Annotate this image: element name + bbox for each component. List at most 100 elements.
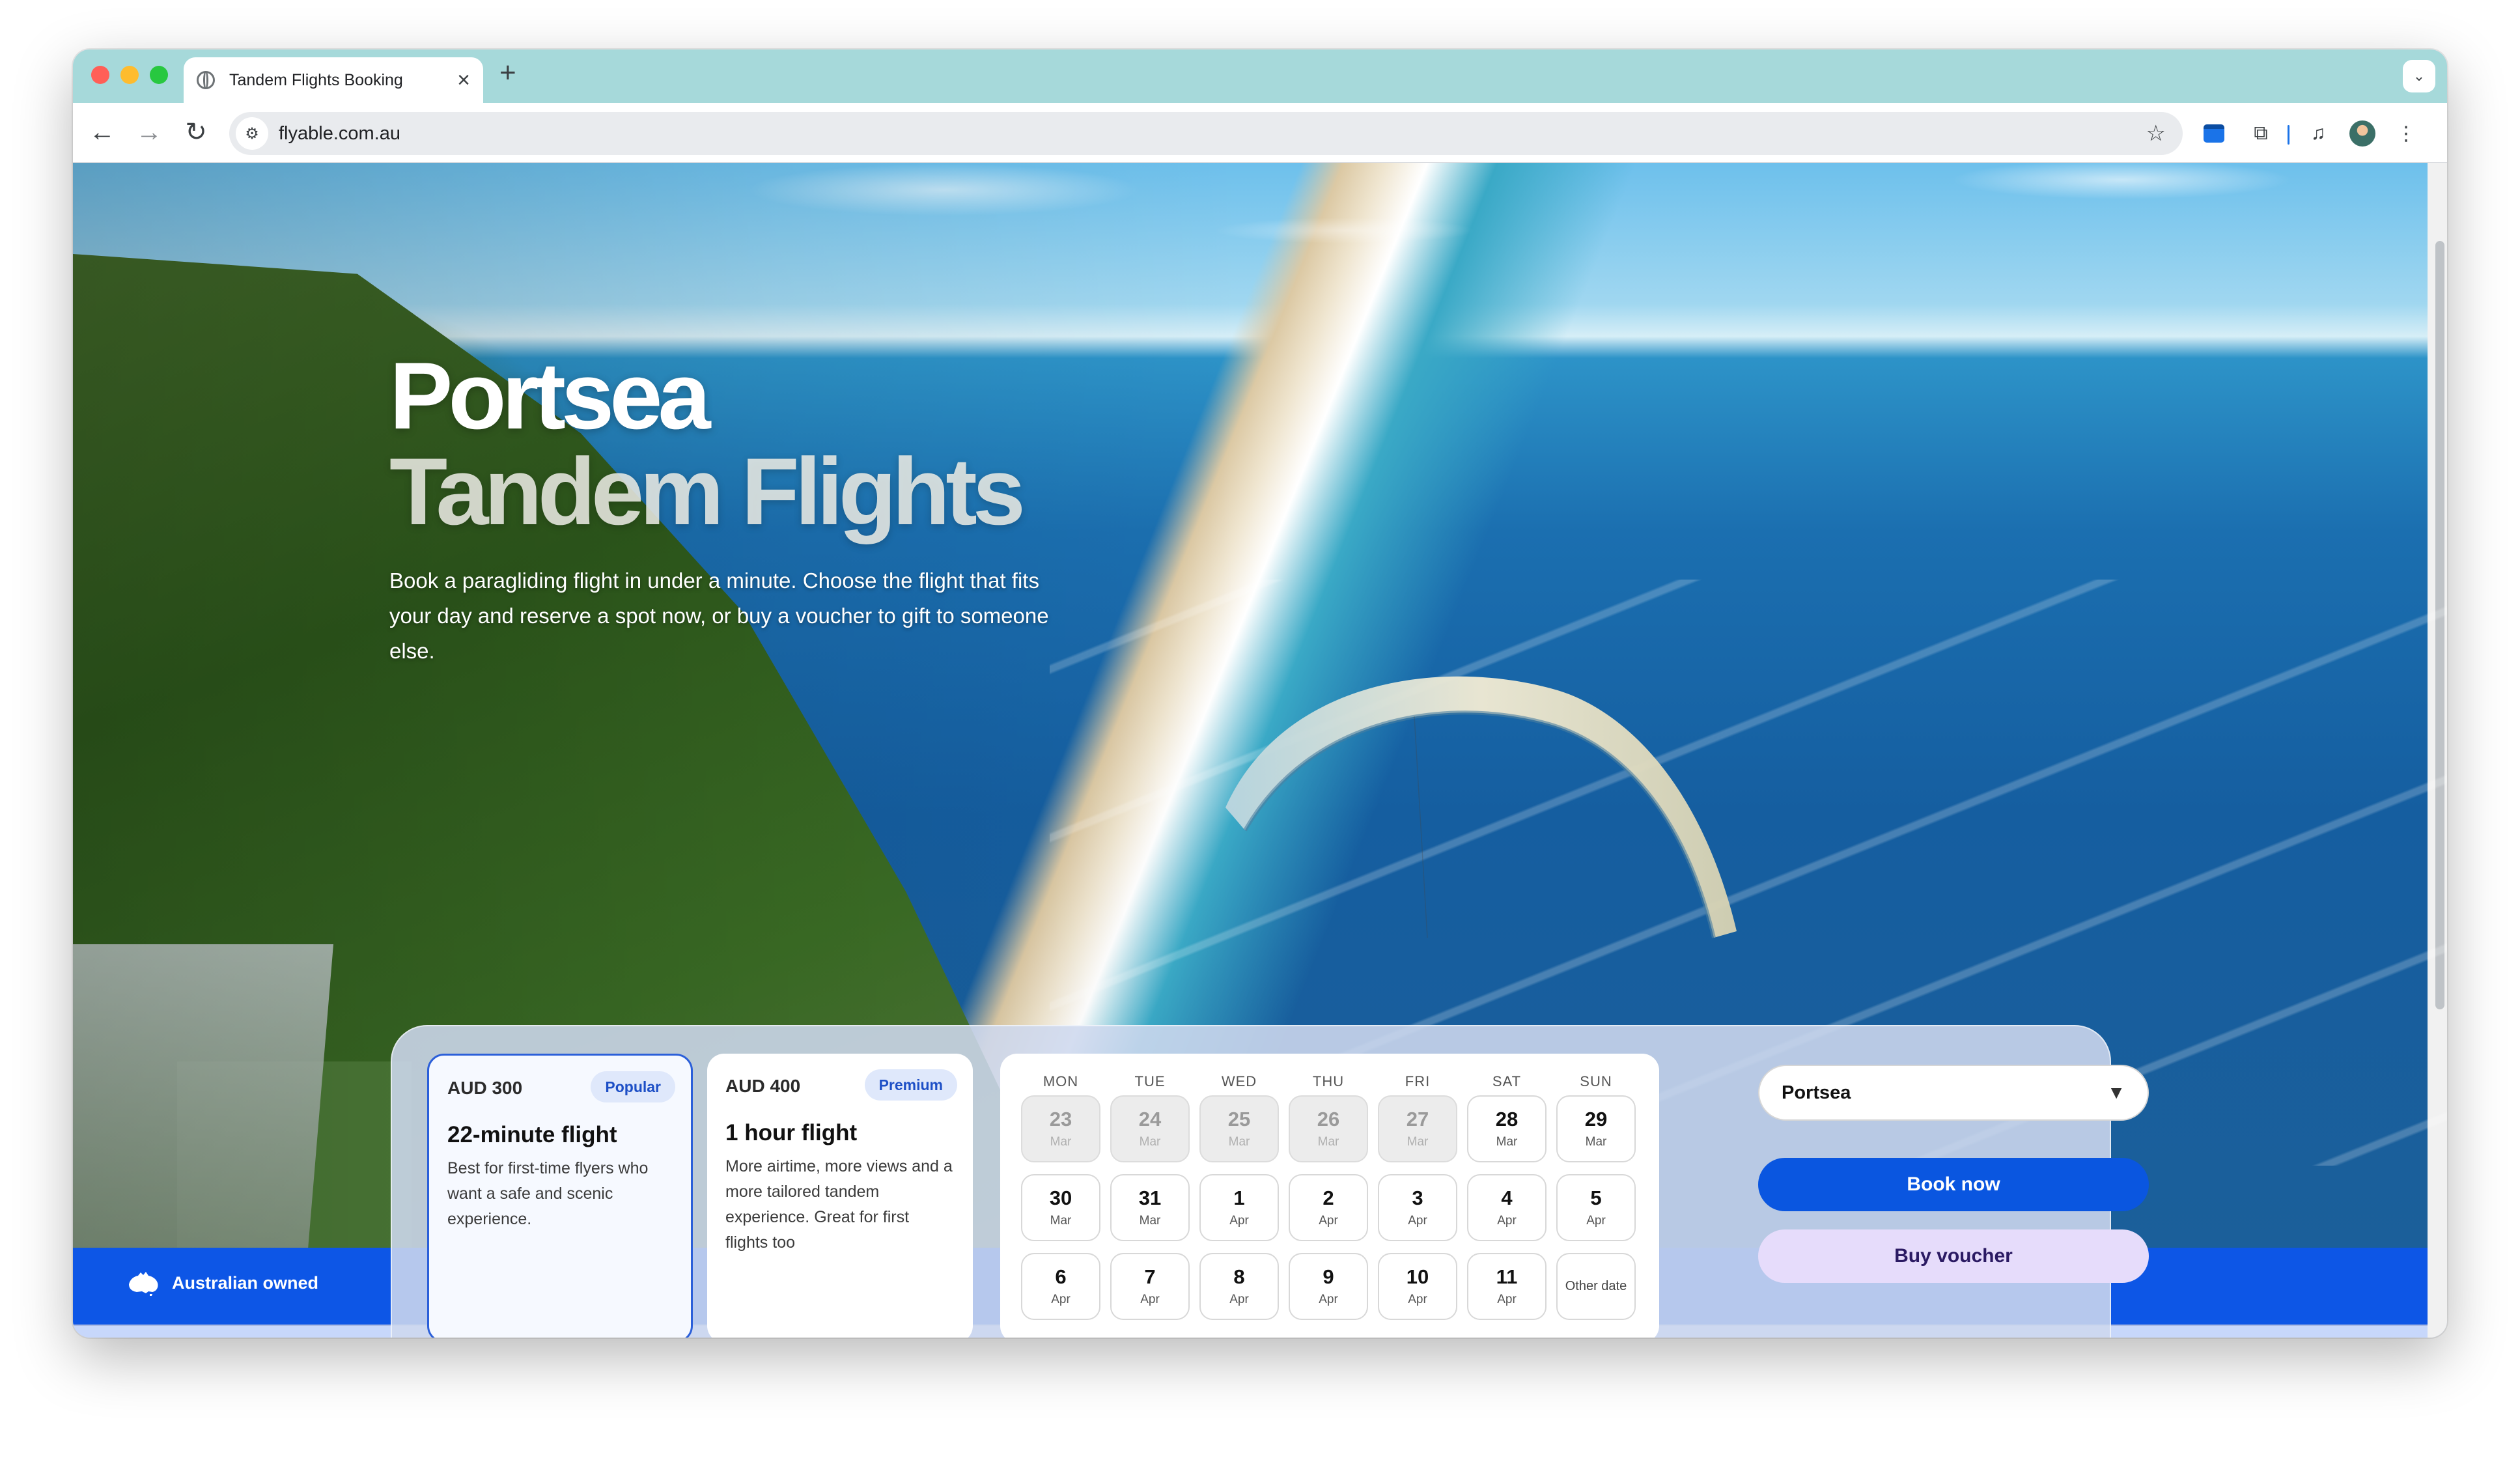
date-number: 5 <box>1590 1186 1602 1210</box>
date-month: Mar <box>1228 1134 1250 1149</box>
date-month: Apr <box>1140 1292 1160 1306</box>
date-number: 3 <box>1412 1186 1423 1210</box>
date-month: Mar <box>1050 1134 1072 1149</box>
date-cell[interactable]: 31 Mar <box>1110 1174 1190 1241</box>
url-text[interactable]: flyable.com.au <box>279 123 2146 145</box>
weekday-label: MON <box>1043 1073 1079 1089</box>
weekday-label: WED <box>1221 1073 1257 1089</box>
close-window-button[interactable] <box>91 66 109 84</box>
maximize-window-button[interactable] <box>150 66 168 84</box>
hero-title-location: Portsea <box>389 343 711 449</box>
reload-icon[interactable]: ↻ <box>180 116 212 148</box>
date-month: Mar <box>1585 1134 1607 1149</box>
booking-panel: AUD 300 Popular 22-minute flight Best fo… <box>391 1025 2149 1338</box>
date-cell[interactable]: 11 Apr <box>1467 1253 1547 1320</box>
tab-search-chevron-icon[interactable]: ⌄ <box>2403 60 2435 92</box>
date-cell[interactable]: 28 Mar <box>1467 1095 1547 1162</box>
other-date-button[interactable]: Other date <box>1556 1253 1636 1320</box>
page-viewport: Portsea Tandem Flights Book a paraglidin… <box>73 163 2447 1338</box>
caret-down-icon: ▼ <box>2107 1082 2125 1102</box>
date-number: 23 <box>1049 1108 1072 1131</box>
site-settings-icon[interactable]: ⚙ <box>236 117 268 150</box>
date-cell[interactable]: 9 Apr <box>1289 1253 1368 1320</box>
date-number: 8 <box>1233 1265 1245 1289</box>
weekday-label: FRI <box>1405 1073 1431 1089</box>
globe-icon <box>197 71 215 89</box>
date-cell[interactable]: 10 Apr <box>1378 1253 1457 1320</box>
date-number: 25 <box>1227 1108 1251 1131</box>
date-month: Apr <box>1229 1213 1249 1228</box>
more-menu-icon[interactable]: ⋮ <box>2391 119 2421 148</box>
star-icon[interactable]: ☆ <box>2146 120 2166 147</box>
flight-badge: Premium <box>864 1069 957 1101</box>
date-number: 6 <box>1055 1265 1067 1289</box>
date-cell: 26 Mar <box>1289 1095 1368 1162</box>
arrow-left-icon[interactable]: ← <box>86 116 119 148</box>
hero-description: Book a paragliding flight in under a min… <box>389 569 1049 663</box>
minimize-window-button[interactable] <box>120 66 139 84</box>
weekday-label: THU <box>1312 1073 1345 1089</box>
date-number: 2 <box>1323 1186 1334 1210</box>
date-month: Apr <box>1319 1292 1338 1306</box>
date-cell[interactable]: 29 Mar <box>1556 1095 1636 1162</box>
close-icon[interactable]: × <box>457 69 470 91</box>
date-month: Mar <box>1139 1213 1161 1228</box>
browser-toolbar: ← → ↻ ⚙ flyable.com.au ☆ ⧉ ♫ ⋮ <box>73 103 2447 163</box>
date-cell[interactable]: 4 Apr <box>1467 1174 1547 1241</box>
arrow-right-icon[interactable]: → <box>133 116 165 148</box>
tab-title: Tandem Flights Booking <box>229 70 403 89</box>
date-month: Mar <box>1407 1134 1429 1149</box>
book-now-button[interactable]: Book now <box>1758 1158 2149 1211</box>
date-cell[interactable]: 30 Mar <box>1021 1174 1100 1241</box>
date-month: Apr <box>1051 1292 1071 1306</box>
date-number: 30 <box>1049 1186 1072 1210</box>
date-month: Apr <box>1586 1213 1606 1228</box>
date-month: Apr <box>1408 1292 1427 1306</box>
date-month: Mar <box>1496 1134 1518 1149</box>
date-picker: MON TUE WED THU FRI SAT SUN 23 Mar 24 Mar 25… <box>1000 1054 1659 1338</box>
date-number: 26 <box>1317 1108 1340 1131</box>
puzzle-icon[interactable]: ⧉ <box>2246 119 2276 148</box>
profile-avatar[interactable] <box>2347 119 2377 148</box>
date-cell: 25 Mar <box>1199 1095 1279 1162</box>
date-number: 1 <box>1233 1186 1245 1210</box>
other-date-label: Other date <box>1565 1279 1627 1293</box>
date-number: 29 <box>1584 1108 1608 1131</box>
date-cell[interactable]: 3 Apr <box>1378 1174 1457 1241</box>
weekday-label: TUE <box>1134 1073 1166 1089</box>
extension-icon[interactable] <box>2199 119 2229 148</box>
flight-description: Best for first-time flyers who want a sa… <box>447 1159 649 1228</box>
date-cell[interactable]: 6 Apr <box>1021 1253 1100 1320</box>
australian-owned-label: Australian owned <box>172 1272 319 1293</box>
australia-map-icon <box>129 1272 158 1296</box>
date-cell[interactable]: 5 Apr <box>1556 1174 1636 1241</box>
date-month: Apr <box>1229 1292 1249 1306</box>
flight-option-1-hour[interactable]: AUD 400 Premium 1 hour flight More airti… <box>707 1054 973 1338</box>
flight-option-22-minute[interactable]: AUD 300 Popular 22-minute flight Best fo… <box>427 1054 693 1338</box>
date-cell[interactable]: 8 Apr <box>1199 1253 1279 1320</box>
address-bar[interactable]: ⚙ flyable.com.au ☆ <box>229 112 2183 155</box>
date-grid: 23 Mar 24 Mar 25 Mar 26 Mar 27 Mar 28 Mar 29 Mar 30 Mar… <box>1021 1095 1638 1320</box>
plus-icon[interactable]: + <box>499 59 516 87</box>
browser-window: Tandem Flights Booking × + ⌄ ← → ↻ ⚙ fly… <box>73 49 2447 1338</box>
weekday-header: MON TUE WED THU FRI SAT SUN <box>1021 1073 1638 1090</box>
media-control-icon[interactable]: ♫ <box>2303 119 2333 148</box>
weekday-label: SUN <box>1580 1073 1612 1089</box>
date-month: Apr <box>1497 1292 1517 1306</box>
date-month: Mar <box>1139 1134 1161 1149</box>
weekday-label: SAT <box>1492 1073 1522 1089</box>
date-cell: 27 Mar <box>1378 1095 1457 1162</box>
location-select[interactable]: Portsea ▼ <box>1758 1065 2149 1121</box>
flight-name: 1 hour flight <box>725 1120 858 1145</box>
buy-voucher-button[interactable]: Buy voucher <box>1758 1229 2149 1283</box>
date-number: 24 <box>1138 1108 1162 1131</box>
flight-name: 22-minute flight <box>447 1122 617 1147</box>
australian-owned-badge: Australian owned <box>126 1270 318 1296</box>
date-cell[interactable]: 2 Apr <box>1289 1174 1368 1241</box>
flight-description: More airtime, more views and a more tail… <box>725 1157 953 1252</box>
date-cell[interactable]: 7 Apr <box>1110 1253 1190 1320</box>
active-tab[interactable]: Tandem Flights Booking × <box>184 57 483 103</box>
date-month: Mar <box>1317 1134 1339 1149</box>
date-month: Mar <box>1050 1213 1072 1228</box>
date-cell[interactable]: 1 Apr <box>1199 1174 1279 1241</box>
